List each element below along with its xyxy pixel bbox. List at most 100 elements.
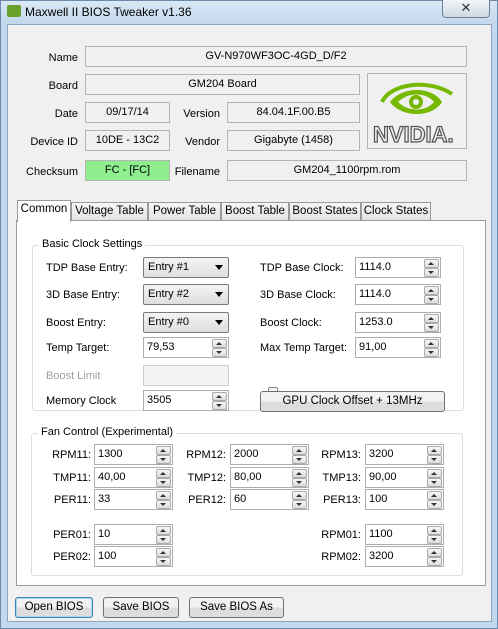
- per13-spinner[interactable]: 100: [365, 489, 444, 510]
- boost-limit-label: Boost Limit: [46, 370, 101, 382]
- spin-up-icon[interactable]: [292, 469, 307, 478]
- tab-boost-states[interactable]: Boost States: [289, 202, 361, 221]
- boost-clock-value: 1253.0: [359, 316, 393, 328]
- spin-up-icon[interactable]: [427, 469, 442, 478]
- chevron-down-icon: [215, 292, 223, 297]
- spin-up-icon[interactable]: [212, 392, 227, 401]
- open-bios-button[interactable]: Open BIOS: [15, 597, 93, 618]
- spin-down-icon[interactable]: [427, 535, 442, 544]
- boost-clock-spinner[interactable]: 1253.0: [355, 312, 441, 333]
- spin-down-icon[interactable]: [424, 323, 439, 332]
- rpm12-value: 2000: [234, 448, 259, 460]
- tmp13-spinner[interactable]: 90,00: [365, 467, 444, 488]
- tab-common[interactable]: Common: [17, 200, 71, 222]
- tdp-base-entry-value: Entry #1: [148, 261, 189, 273]
- spin-up-icon[interactable]: [424, 339, 439, 348]
- temp-target-spinner[interactable]: 79,53: [143, 337, 229, 358]
- spin-up-icon[interactable]: [156, 491, 171, 500]
- tab-voltage-table[interactable]: Voltage Table: [71, 202, 148, 221]
- date-field[interactable]: 09/17/14: [85, 102, 170, 123]
- per02-label: PER02:: [53, 551, 91, 563]
- 3d-base-entry-select[interactable]: Entry #2: [143, 284, 229, 305]
- spin-up-icon[interactable]: [427, 526, 442, 535]
- spin-up-icon[interactable]: [156, 469, 171, 478]
- version-field[interactable]: 84.04.1F.00.B5: [227, 102, 360, 123]
- per01-label: PER01:: [53, 529, 91, 541]
- spin-up-icon[interactable]: [424, 286, 439, 295]
- spin-up-icon[interactable]: [156, 526, 171, 535]
- spin-down-icon[interactable]: [427, 557, 442, 566]
- rpm02-spinner[interactable]: 3200: [365, 546, 444, 567]
- tab-power-table[interactable]: Power Table: [148, 202, 221, 221]
- per11-spinner[interactable]: 33: [94, 489, 173, 510]
- spin-up-icon[interactable]: [424, 259, 439, 268]
- 3d-base-clock-value: 1114.0: [359, 288, 392, 300]
- vendor-label: Vendor: [185, 136, 220, 148]
- tmp11-label: TMP11:: [53, 472, 91, 484]
- spin-down-icon[interactable]: [156, 500, 171, 509]
- tab-clock-states[interactable]: Clock States: [361, 202, 431, 221]
- spin-down-icon[interactable]: [424, 348, 439, 357]
- rpm01-value: 1100: [369, 528, 393, 540]
- filename-field[interactable]: GM204_1100rpm.rom: [227, 160, 467, 181]
- version-label: Version: [183, 108, 220, 120]
- client-area: Name GV-N970WF3OC-4GD_D/F2 Board GM204 B…: [7, 24, 492, 622]
- gpu-clock-offset-button[interactable]: GPU Clock Offset + 13MHz: [260, 391, 445, 412]
- tab-boost-table[interactable]: Boost Table: [221, 202, 289, 221]
- per12-spinner[interactable]: 60: [230, 489, 309, 510]
- tdp-base-clock-spinner[interactable]: 1114.0: [355, 257, 441, 278]
- board-field[interactable]: GM204 Board: [85, 74, 360, 95]
- rpm01-label: RPM01:: [321, 529, 361, 541]
- spin-up-icon[interactable]: [427, 446, 442, 455]
- spin-up-icon[interactable]: [427, 548, 442, 557]
- memory-clock-value: 3505: [147, 394, 172, 406]
- spin-down-icon[interactable]: [212, 348, 227, 357]
- spin-down-icon[interactable]: [156, 455, 171, 464]
- save-bios-button[interactable]: Save BIOS: [103, 597, 179, 618]
- spin-down-icon[interactable]: [427, 500, 442, 509]
- spin-down-icon[interactable]: [156, 478, 171, 487]
- spin-down-icon[interactable]: [424, 268, 439, 277]
- spin-up-icon[interactable]: [424, 314, 439, 323]
- spin-up-icon[interactable]: [427, 491, 442, 500]
- vendor-field[interactable]: Gigabyte (1458): [227, 130, 360, 151]
- spin-up-icon[interactable]: [156, 548, 171, 557]
- spin-up-icon[interactable]: [292, 491, 307, 500]
- per11-value: 33: [98, 493, 111, 505]
- name-field[interactable]: GV-N970WF3OC-4GD_D/F2: [85, 46, 467, 67]
- spin-down-icon[interactable]: [427, 478, 442, 487]
- rpm13-spinner[interactable]: 3200: [365, 444, 444, 465]
- spin-down-icon[interactable]: [212, 401, 227, 410]
- spin-up-icon[interactable]: [156, 446, 171, 455]
- checksum-field[interactable]: FC - [FC]: [85, 160, 170, 181]
- rpm12-spinner[interactable]: 2000: [230, 444, 309, 465]
- spin-down-icon[interactable]: [156, 535, 171, 544]
- per02-spinner[interactable]: 100: [94, 546, 173, 567]
- spin-up-icon[interactable]: [292, 446, 307, 455]
- spin-down-icon[interactable]: [156, 557, 171, 566]
- save-bios-as-button[interactable]: Save BIOS As: [189, 597, 284, 618]
- spin-down-icon[interactable]: [427, 455, 442, 464]
- tab-strip: Common Voltage Table Power Table Boost T…: [17, 200, 487, 222]
- tdp-base-entry-select[interactable]: Entry #1: [143, 257, 229, 278]
- close-button[interactable]: ✕: [442, 0, 490, 18]
- spin-down-icon[interactable]: [292, 455, 307, 464]
- tmp11-value: 40,00: [98, 471, 126, 483]
- boost-entry-select[interactable]: Entry #0: [143, 312, 229, 333]
- rpm01-spinner[interactable]: 1100: [365, 524, 444, 545]
- device-id-field[interactable]: 10DE - 13C2: [85, 130, 170, 151]
- spin-up-icon[interactable]: [212, 339, 227, 348]
- tmp11-spinner[interactable]: 40,00: [94, 467, 173, 488]
- memory-clock-spinner[interactable]: 3505: [143, 390, 229, 411]
- spin-down-icon[interactable]: [292, 478, 307, 487]
- tmp12-spinner[interactable]: 80,00: [230, 467, 309, 488]
- rpm11-spinner[interactable]: 1300: [94, 444, 173, 465]
- max-temp-target-spinner[interactable]: 91,00: [355, 337, 441, 358]
- 3d-base-clock-spinner[interactable]: 1114.0: [355, 284, 441, 305]
- filename-label: Filename: [174, 166, 220, 178]
- spin-down-icon[interactable]: [424, 295, 439, 304]
- per01-spinner[interactable]: 10: [94, 524, 173, 545]
- board-label: Board: [48, 80, 78, 92]
- tdp-base-clock-value: 1114.0: [359, 261, 392, 273]
- spin-down-icon[interactable]: [292, 500, 307, 509]
